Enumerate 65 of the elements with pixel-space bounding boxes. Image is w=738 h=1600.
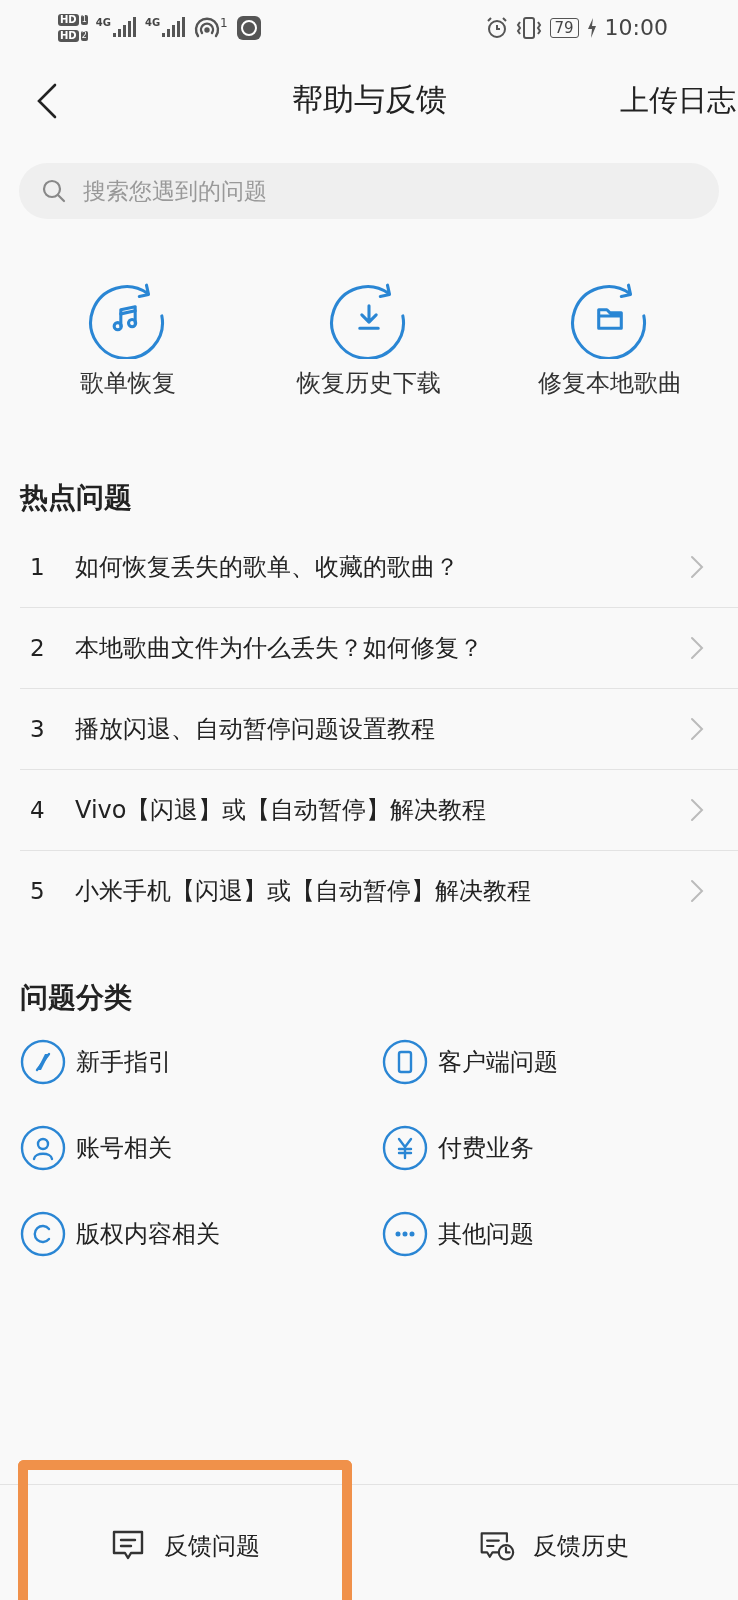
category-item[interactable]: 新手指引 (20, 1039, 382, 1085)
feature-shortcut[interactable]: 修复本地歌曲 (489, 279, 730, 399)
feedback-history-button[interactable]: 反馈历史 (478, 1528, 629, 1563)
phone-icon (382, 1039, 428, 1085)
question-text: 如何恢复丢失的歌单、收藏的歌曲？ (75, 552, 460, 583)
network-type: 4G (144, 16, 161, 28)
person-icon (20, 1125, 66, 1171)
battery-level: 79 (549, 17, 579, 38)
question-text: 本地歌曲文件为什么丢失？如何修复？ (75, 633, 484, 664)
app-icon (235, 14, 262, 41)
question-text: 小米手机【闪退】或【自动暂停】解决教程 (75, 876, 532, 907)
category-label: 其他问题 (438, 1219, 534, 1250)
hotspot-icon (194, 15, 221, 40)
hd-badge: HD (58, 29, 79, 42)
question-number: 5 (29, 878, 46, 904)
chevron-icon (690, 555, 704, 579)
clock: 10:00 (604, 15, 668, 40)
chevron-icon (690, 717, 704, 741)
question-number: 3 (29, 716, 46, 742)
feature-shortcut[interactable]: 歌单恢复 (8, 279, 249, 399)
question-number: 4 (29, 797, 46, 823)
chevron-icon (690, 636, 704, 660)
upload-log-button[interactable]: 上传日志 (620, 81, 736, 121)
category-label: 版权内容相关 (76, 1219, 220, 1250)
hotspot-count: 1 (220, 15, 228, 30)
category-label: 新手指引 (76, 1047, 172, 1078)
question-text: 播放闪退、自动暂停问题设置教程 (75, 714, 436, 745)
section-title: 问题分类 (20, 980, 133, 1016)
signal-icon (160, 16, 187, 39)
category-label: 客户端问题 (438, 1047, 558, 1078)
category-item[interactable]: 版权内容相关 (20, 1211, 382, 1257)
category-item[interactable]: 其他问题 (382, 1211, 738, 1257)
question-row[interactable]: 4 Vivo【闪退】或【自动暂停】解决教程 (20, 769, 738, 850)
alarm-icon (485, 16, 508, 39)
copyright-icon (20, 1211, 66, 1257)
chevron-icon (690, 879, 704, 903)
page-title: 帮助与反馈 (291, 80, 447, 119)
more-icon (382, 1211, 428, 1257)
search-field[interactable]: 搜索您遇到的问题 (81, 177, 697, 205)
charging-icon (586, 17, 597, 38)
network-type: 4G (95, 16, 111, 28)
category-label: 付费业务 (438, 1133, 534, 1164)
category-item[interactable]: 客户端问题 (382, 1039, 738, 1085)
category-label: 账号相关 (76, 1133, 172, 1164)
sim-slot: 1 (80, 14, 88, 25)
search-field[interactable]: 搜索您遇到的问题 (19, 163, 719, 219)
vibrate-icon (515, 15, 542, 40)
category-item[interactable]: 账号相关 (20, 1125, 382, 1171)
sim-slot: 2 (80, 30, 88, 41)
yen-icon (382, 1125, 428, 1171)
question-row[interactable]: 1 如何恢复丢失的歌单、收藏的歌曲？ (20, 527, 738, 607)
question-row[interactable]: 5 小米手机【闪退】或【自动暂停】解决教程 (20, 850, 738, 931)
feedback-button[interactable]: 反馈问题 (109, 1528, 260, 1563)
hd-badge: HD (58, 13, 79, 26)
search-icon (41, 178, 67, 204)
question-row[interactable]: 2 本地歌曲文件为什么丢失？如何修复？ (20, 607, 738, 688)
question-text: Vivo【闪退】或【自动暂停】解决教程 (75, 795, 488, 826)
signal-icon (110, 16, 137, 39)
category-item[interactable]: 付费业务 (382, 1125, 738, 1171)
question-row[interactable]: 3 播放闪退、自动暂停问题设置教程 (20, 688, 738, 769)
feature-shortcut[interactable]: 恢复历史下载 (248, 279, 490, 399)
section-title: 热点问题 (20, 480, 133, 516)
chevron-icon (690, 798, 704, 822)
question-number: 2 (29, 635, 46, 661)
question-number: 1 (29, 554, 46, 580)
